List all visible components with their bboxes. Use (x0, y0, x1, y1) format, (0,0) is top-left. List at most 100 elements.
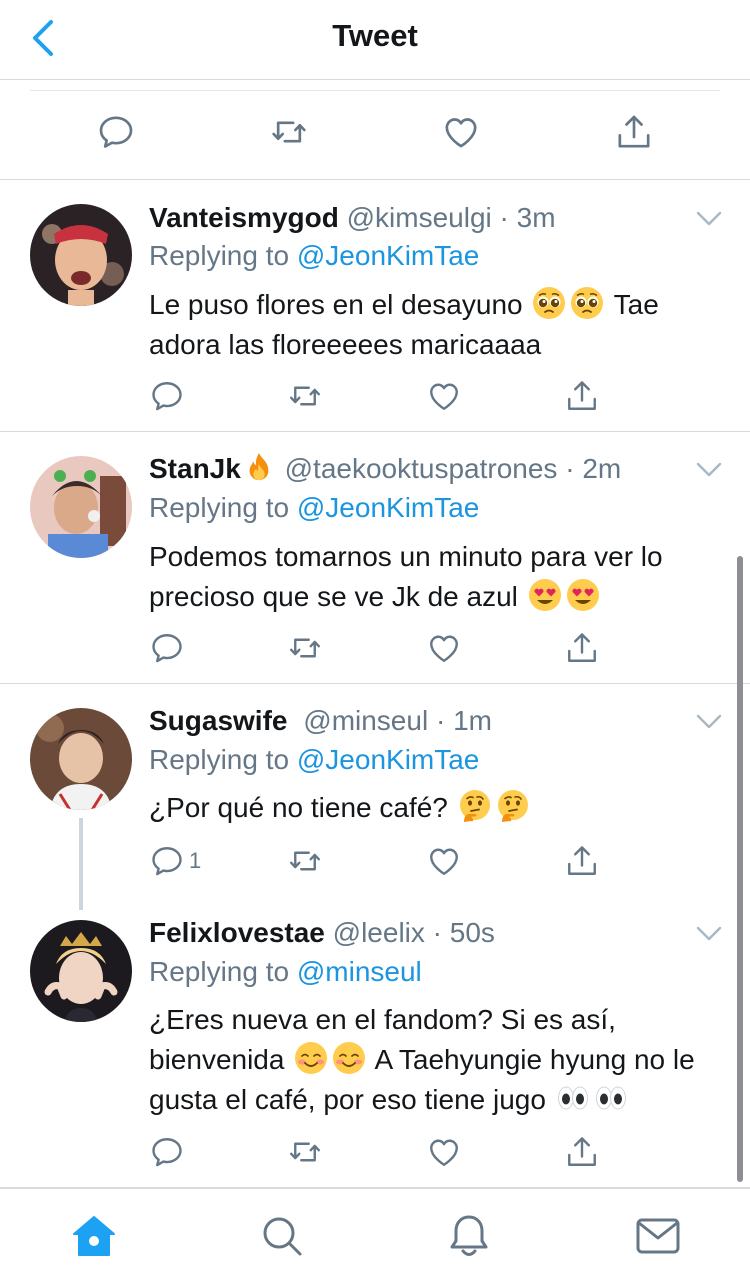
like-icon[interactable] (426, 1132, 462, 1172)
separator-dot: · (435, 705, 446, 736)
retweet-icon[interactable] (269, 112, 309, 152)
chevron-down-icon[interactable] (696, 460, 722, 480)
avatar[interactable] (30, 456, 132, 558)
username: @kimseulgi (346, 202, 492, 233)
tweet-text: ¿Eres nueva en el fandom? Si es así, bie… (149, 1000, 724, 1120)
scrollbar[interactable] (737, 556, 743, 1182)
search-icon (263, 1217, 302, 1256)
share-icon[interactable] (614, 112, 654, 152)
mention-link[interactable]: @minseul (297, 956, 422, 987)
divider (30, 90, 720, 91)
thinking-face-emoji (496, 789, 530, 823)
like-icon[interactable] (426, 628, 462, 668)
retweet-icon[interactable] (287, 376, 323, 416)
display-name[interactable]: Vanteismygod (149, 202, 339, 233)
like-icon[interactable] (426, 376, 462, 416)
tweet-text: Le puso flores en el desayuno Tae adora … (149, 285, 729, 365)
page-title: Tweet (332, 18, 418, 53)
eyes-emoji (594, 1081, 628, 1115)
share-icon[interactable] (564, 628, 600, 668)
reply-count: 1 (189, 848, 202, 873)
home-icon (73, 1216, 115, 1256)
replying-prefix: Replying to (149, 492, 297, 523)
mention-link[interactable]: @JeonKimTae (297, 744, 480, 775)
avatar[interactable] (30, 204, 132, 306)
reply-tweet[interactable]: Felixlovestae @leelix · 50s Replying to … (0, 896, 750, 1188)
retweet-icon[interactable] (287, 1132, 323, 1172)
tweet-header: Felixlovestae @leelix · 50s (149, 915, 495, 951)
tweet-text: ¿Por qué no tiene café? (149, 788, 729, 828)
avatar[interactable] (30, 920, 132, 1022)
pleading-face-emoji (532, 286, 566, 320)
reply-icon[interactable] (149, 628, 185, 668)
username: @taekooktuspatrones (284, 453, 558, 484)
bottom-tab-bar (0, 1188, 750, 1286)
main-tweet-action-bar (0, 80, 750, 180)
reply-icon[interactable] (149, 376, 185, 416)
tweet-text-part: Le puso flores en el desayuno (149, 289, 523, 320)
tweet-action-bar (149, 376, 609, 416)
tweet-header: Sugaswife @minseul · 1m (149, 703, 492, 739)
separator-dot: · (432, 917, 442, 948)
replying-to: Replying to @JeonKimTae (149, 490, 479, 526)
search-tab[interactable] (257, 1211, 307, 1261)
like-icon[interactable] (426, 841, 462, 881)
replying-to: Replying to @JeonKimTae (149, 742, 479, 778)
reply-icon[interactable] (96, 112, 136, 152)
home-tab[interactable] (69, 1211, 119, 1261)
replying-prefix: Replying to (149, 744, 297, 775)
tweet-action-bar: 1 (149, 841, 609, 881)
reply-tweet[interactable]: Sugaswife @minseul · 1m Replying to @Jeo… (0, 684, 750, 910)
replying-prefix: Replying to (149, 956, 297, 987)
mention-link[interactable]: @JeonKimTae (297, 492, 480, 523)
replying-prefix: Replying to (149, 240, 297, 271)
tweet-action-bar (149, 628, 609, 668)
eyes-emoji (556, 1081, 590, 1115)
heart-eyes-emoji (528, 578, 562, 612)
tweet-action-bar (149, 1132, 609, 1172)
username: @minseul (303, 705, 429, 736)
retweet-icon[interactable] (287, 628, 323, 668)
timestamp: 50s (449, 917, 495, 948)
notifications-tab[interactable] (444, 1211, 494, 1261)
reply-icon[interactable]: 1 (149, 841, 201, 881)
tweet-header: StanJk @taekooktuspatrones · 2m (149, 451, 621, 487)
username: @leelix (332, 917, 425, 948)
separator-dot: · (499, 202, 509, 233)
like-icon[interactable] (441, 112, 481, 152)
heart-eyes-emoji (566, 578, 600, 612)
share-icon[interactable] (564, 376, 600, 416)
reply-icon[interactable] (149, 1132, 185, 1172)
tweet-header: Vanteismygod @kimseulgi · 3m (149, 200, 556, 236)
messages-tab[interactable] (633, 1211, 683, 1261)
avatar[interactable] (30, 708, 132, 810)
chevron-down-icon[interactable] (696, 712, 722, 732)
replying-to: Replying to @JeonKimTae (149, 238, 479, 274)
display-name[interactable]: StanJk (149, 453, 241, 484)
chevron-down-icon[interactable] (696, 924, 722, 944)
replying-to: Replying to @minseul (149, 954, 422, 990)
timestamp: 1m (453, 705, 492, 736)
smiling-face-emoji (332, 1041, 366, 1075)
fire-emoji (243, 451, 275, 483)
thinking-face-emoji (458, 789, 492, 823)
share-icon[interactable] (564, 841, 600, 881)
notifications-icon (450, 1215, 488, 1256)
separator-dot: · (565, 453, 575, 484)
pleading-face-emoji (570, 286, 604, 320)
display-name[interactable]: Felixlovestae (149, 917, 325, 948)
timestamp: 3m (516, 202, 556, 233)
top-nav-bar: Tweet (0, 0, 750, 80)
tweet-text: Podemos tomarnos un minuto para ver lo p… (149, 537, 719, 617)
timestamp: 2m (582, 453, 622, 484)
retweet-icon[interactable] (287, 841, 323, 881)
tweet-text-part: ¿Por qué no tiene café? (149, 792, 448, 823)
smiling-face-emoji (294, 1041, 328, 1075)
reply-tweet[interactable]: StanJk @taekooktuspatrones · 2m Replying… (0, 432, 750, 684)
reply-tweet[interactable]: Vanteismygod @kimseulgi · 3m Replying to… (0, 181, 750, 432)
chevron-down-icon[interactable] (696, 209, 722, 229)
display-name[interactable]: Sugaswife (149, 705, 287, 736)
mention-link[interactable]: @JeonKimTae (297, 240, 480, 271)
share-icon[interactable] (564, 1132, 600, 1172)
messages-icon (636, 1218, 680, 1254)
